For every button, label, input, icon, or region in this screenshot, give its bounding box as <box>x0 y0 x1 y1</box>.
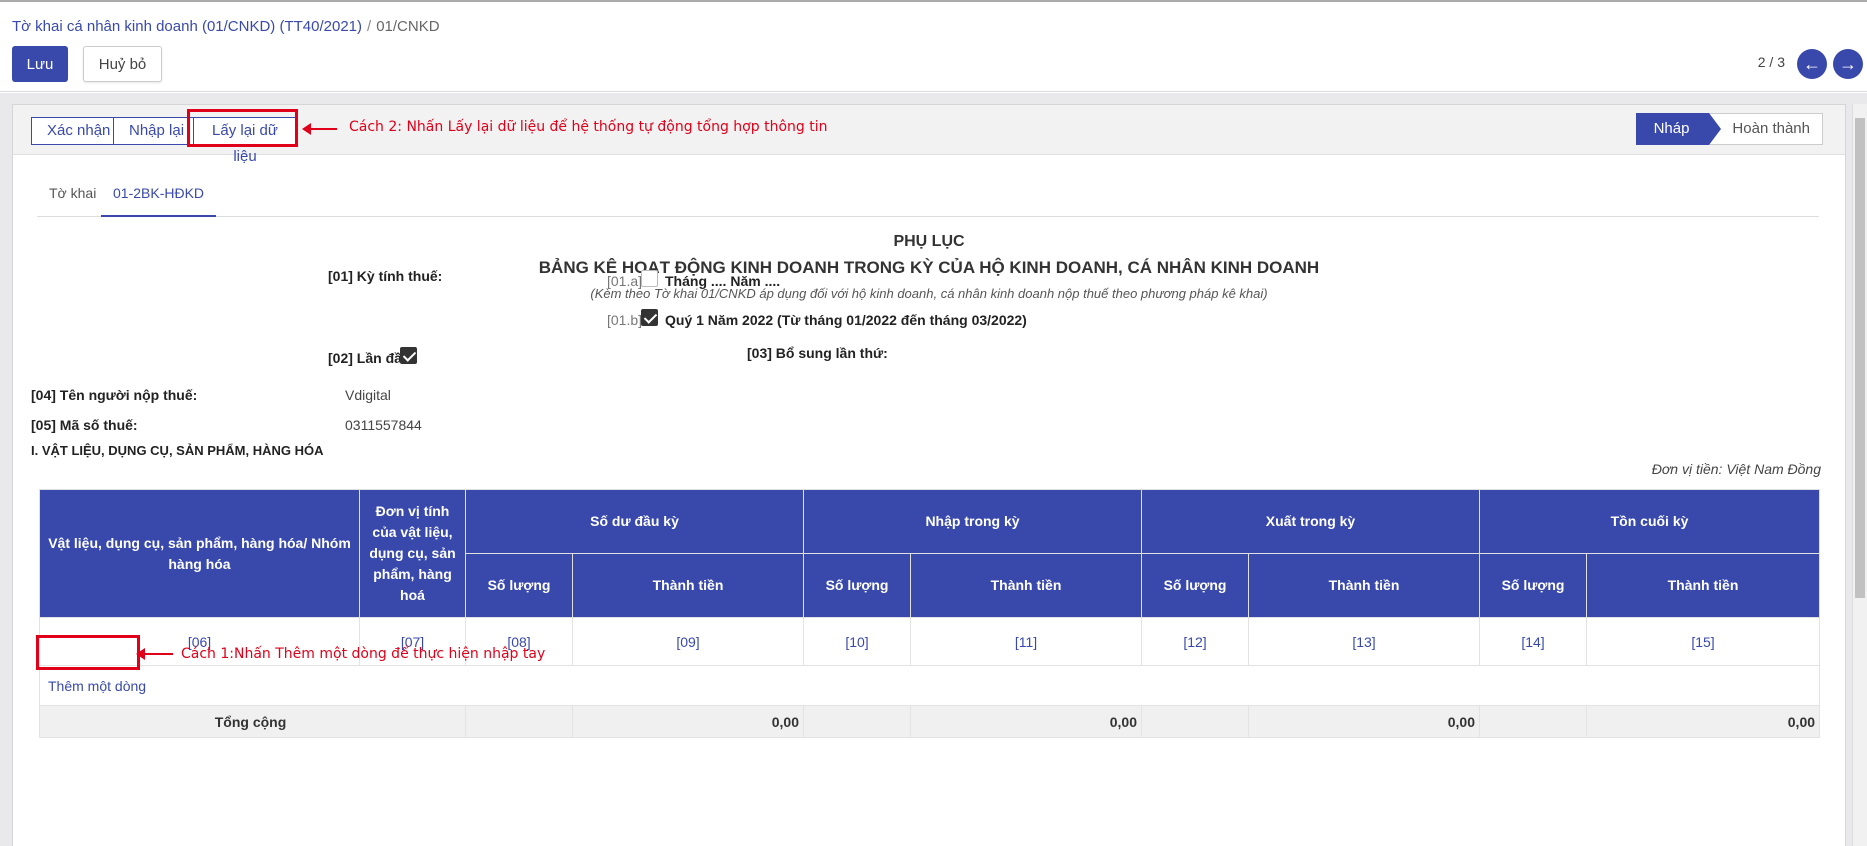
breadcrumb-separator: / <box>367 18 372 35</box>
tax-code-value[interactable]: 0311557844 <box>345 417 422 433</box>
code-cell: [10] <box>803 617 911 666</box>
appendix-subtitle: BẢNG KÊ HOẠT ĐỘNG KINH DOANH TRONG KỲ CỦ… <box>538 258 1320 277</box>
code-cell: [14] <box>1479 617 1587 666</box>
first-time-checkbox[interactable] <box>400 347 417 364</box>
section-title: I. VẬT LIỆU, DỤNG CỤ, SẢN PHẨM, HÀNG HÓA <box>31 443 324 458</box>
header-amount: Thành tiền <box>910 553 1142 618</box>
state-draft[interactable]: Nháp <box>1635 113 1722 145</box>
total-import-amount: 0,00 <box>910 705 1142 738</box>
code-cell: [13] <box>1248 617 1480 666</box>
total-label: Tổng cộng <box>39 705 466 738</box>
header-group-export: Xuất trong kỳ <box>1141 489 1480 554</box>
add-row: Thêm một dòng <box>38 665 1821 706</box>
discard-button[interactable]: Huỷ bỏ <box>83 46 162 82</box>
annotation-method-2: Cách 2: Nhấn Lấy lại dữ liệu để hệ thống… <box>349 119 828 135</box>
control-panel: Tờ khai cá nhân kinh doanh (01/CNKD) (TT… <box>0 0 1867 92</box>
breadcrumb-current: 01/CNKD <box>376 18 440 35</box>
header-qty: Số lượng <box>465 553 573 618</box>
header-amount: Thành tiền <box>572 553 804 618</box>
header-qty: Số lượng <box>1141 553 1249 618</box>
taxpayer-name-label: [04] Tên người nộp thuế: <box>31 387 198 403</box>
total-opening-amount: 0,00 <box>572 705 804 738</box>
period-b-code: [01.b] <box>607 312 643 328</box>
add-row-cell: Thêm một dòng <box>38 665 1821 706</box>
period-b-text: Quý 1 Năm 2022 (Từ tháng 01/2022 đến thá… <box>665 312 1027 328</box>
arrow-right-icon[interactable]: → <box>1833 49 1863 79</box>
code-cell: [12] <box>1141 617 1249 666</box>
breadcrumb: Tờ khai cá nhân kinh doanh (01/CNKD) (TT… <box>12 18 440 35</box>
period-a-checkbox[interactable] <box>641 270 658 287</box>
save-button[interactable]: Lưu <box>12 46 68 82</box>
arrow-pointer-icon <box>136 648 173 660</box>
inventory-table: Vật liệu, dụng cụ, sản phẩm, hàng hóa/ N… <box>38 489 1821 738</box>
total-cell <box>1479 705 1587 738</box>
currency-unit-note: Đơn vị tiền: Việt Nam Đồng <box>1651 461 1821 477</box>
total-closing-amount: 0,00 <box>1585 705 1821 738</box>
form-sheet: Xác nhận Nhập lại Lấy lại dữ liệu Cách 2… <box>12 104 1846 846</box>
total-cell <box>465 705 573 738</box>
scrollbar-thumb[interactable] <box>1855 118 1865 598</box>
page-scrollbar[interactable] <box>1852 104 1867 846</box>
tab-appendix[interactable]: 01-2BK-HĐKD <box>101 175 217 217</box>
header-qty: Số lượng <box>803 553 911 618</box>
arrow-left-icon[interactable]: ← <box>1797 49 1827 79</box>
header-amount: Thành tiền <box>1585 553 1821 618</box>
form-statusbar: Xác nhận Nhập lại Lấy lại dữ liệu Cách 2… <box>13 105 1845 165</box>
total-cell <box>803 705 911 738</box>
highlight-box-add-line <box>36 635 140 670</box>
add-line-link[interactable]: Thêm một dòng <box>48 678 146 694</box>
period-b-checkbox[interactable] <box>641 309 658 326</box>
pager-value: 2 / 3 <box>1757 54 1785 70</box>
period-a-code: [01.a] <box>607 273 643 289</box>
status-bar-states: Nháp Hoàn thành <box>1635 113 1823 145</box>
header-amount: Thành tiền <box>1248 553 1480 618</box>
total-export-amount: 0,00 <box>1248 705 1480 738</box>
appendix-note: (Kèm theo Tờ khai 01/CNKD áp dụng đối vớ… <box>590 286 1268 301</box>
total-cell <box>1141 705 1249 738</box>
code-cell: [11] <box>910 617 1142 666</box>
header-group-closing: Tồn cuối kỳ <box>1478 489 1821 554</box>
header-qty: Số lượng <box>1479 553 1587 618</box>
code-cell: [09] <box>572 617 804 666</box>
taxpayer-name-value[interactable]: Vdigital <box>345 387 391 403</box>
highlight-box-refetch <box>187 109 298 147</box>
period-a-text: Tháng .... Năm .... <box>665 273 781 289</box>
header-unit: Đơn vị tính của vật liệu, dụng cụ, sản p… <box>359 489 466 618</box>
tax-code-label: [05] Mã số thuế: <box>31 417 138 433</box>
total-row: Tổng cộng 0,00 0,00 0,00 0,00 <box>39 705 1821 738</box>
tab-declaration[interactable]: Tờ khai <box>37 175 108 217</box>
breadcrumb-parent-link[interactable]: Tờ khai cá nhân kinh doanh (01/CNKD) (TT… <box>12 18 362 35</box>
header-item: Vật liệu, dụng cụ, sản phẩm, hàng hóa/ N… <box>39 489 360 618</box>
code-cell: [15] <box>1585 617 1821 666</box>
annotation-method-1: Cách 1:Nhấn Thêm một dòng để thực hiện n… <box>181 646 546 662</box>
header-group-opening: Số dư đầu kỳ <box>465 489 804 554</box>
period-label: [01] Kỳ tính thuế: <box>328 268 443 284</box>
state-done[interactable]: Hoàn thành <box>1709 113 1823 145</box>
header-group-import: Nhập trong kỳ <box>803 489 1142 554</box>
supplement-label: [03] Bổ sung lần thứ: <box>747 345 888 361</box>
notebook-tabs: Tờ khai 01-2BK-HĐKD <box>37 175 1819 217</box>
appendix-title: PHỤ LỤC <box>893 233 965 250</box>
arrow-pointer-icon <box>302 123 337 135</box>
